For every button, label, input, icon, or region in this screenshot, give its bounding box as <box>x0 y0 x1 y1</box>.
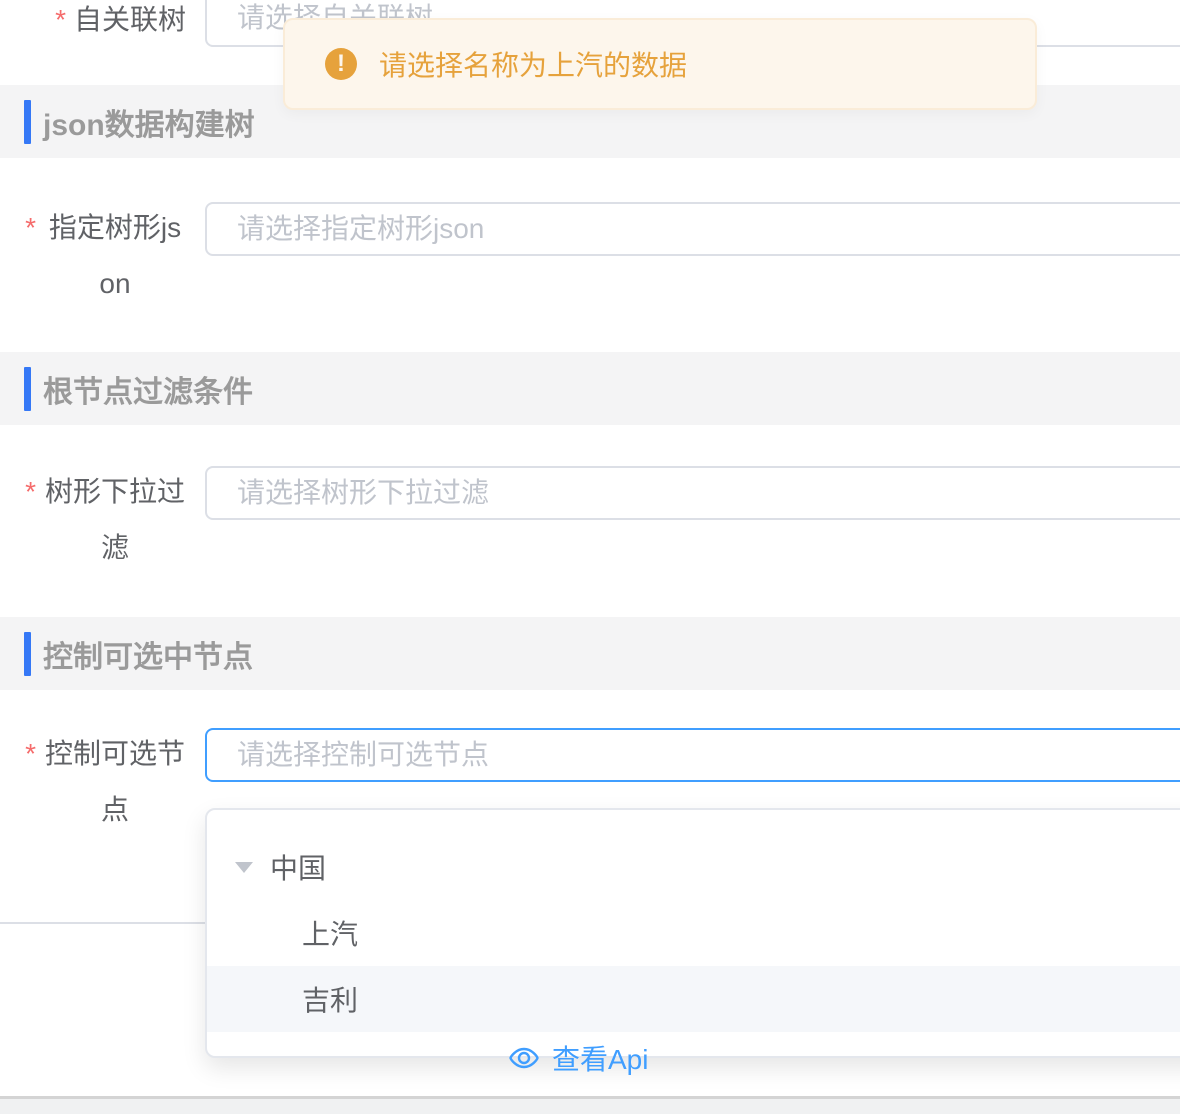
tree-node-china[interactable]: 中国 <box>207 834 1180 900</box>
field-label-tree-json: * 指定树形json <box>0 200 186 312</box>
section-title: 根节点过滤条件 <box>43 367 253 411</box>
eye-icon <box>508 1042 540 1074</box>
field-label-text: 自关联树 <box>74 0 186 48</box>
section-root-filter: 根节点过滤条件 <box>0 352 1180 425</box>
caret-down-icon[interactable] <box>235 862 253 873</box>
warning-filled-icon: ! <box>325 48 357 80</box>
warning-popover: ! 请选择名称为上汽的数据 <box>283 18 1037 110</box>
section-accent-bar <box>24 632 31 676</box>
view-api-link[interactable]: 查看Api <box>508 1040 648 1076</box>
footer-bar <box>0 1096 1180 1114</box>
field-label-tree-filter: * 树形下拉过滤 <box>0 464 186 576</box>
field-label-text: 控制可选节点 <box>44 726 186 838</box>
warning-text: 请选择名称为上汽的数据 <box>379 44 687 84</box>
section-accent-bar <box>24 367 31 411</box>
field-label-text: 树形下拉过滤 <box>44 464 186 576</box>
view-api-label: 查看Api <box>552 1038 648 1078</box>
field-label-selectable-node: * 控制可选节点 <box>0 726 186 838</box>
required-asterisk: * <box>25 726 36 838</box>
required-asterisk: * <box>25 464 36 576</box>
tree-node-label: 吉利 <box>302 979 358 1019</box>
field-label-self-tree: * 自关联树 <box>0 0 186 48</box>
tree-select-dropdown: 中国 上汽 吉利 <box>205 808 1180 1058</box>
section-title: 控制可选中节点 <box>43 632 253 676</box>
tree-node-label: 上汽 <box>302 913 358 953</box>
section-selectable-node: 控制可选中节点 <box>0 617 1180 690</box>
tree-node-saic[interactable]: 上汽 <box>207 900 1180 966</box>
tree-filter-select-input[interactable] <box>205 466 1180 520</box>
required-asterisk: * <box>55 0 66 48</box>
section-accent-bar <box>24 100 31 144</box>
tree-node-geely[interactable]: 吉利 <box>207 966 1180 1032</box>
required-asterisk: * <box>25 200 36 312</box>
field-label-text: 指定树形json <box>44 200 186 312</box>
selectable-node-select-input[interactable] <box>205 728 1180 782</box>
tree-json-select-input[interactable] <box>205 202 1180 256</box>
tree-node-label: 中国 <box>270 847 326 887</box>
section-title: json数据构建树 <box>43 100 255 144</box>
